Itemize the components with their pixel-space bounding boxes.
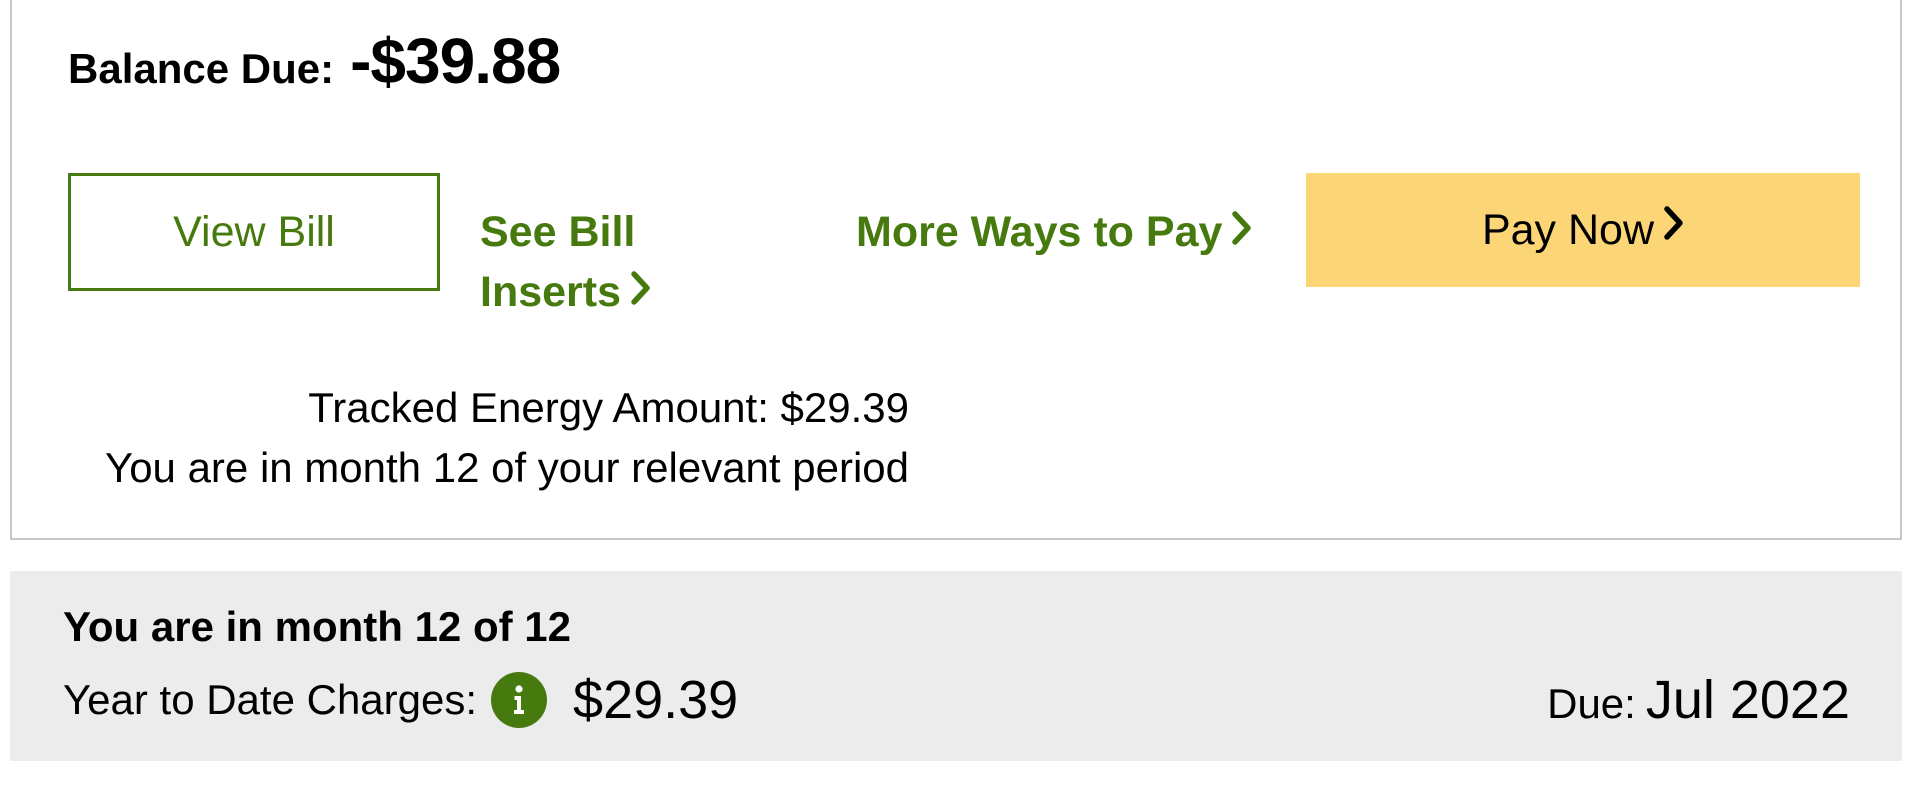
ytd-charges-value: $29.39 <box>573 670 739 730</box>
tracked-energy-info: Tracked Energy Amount: $29.39 You are in… <box>105 378 909 498</box>
view-bill-label: View Bill <box>173 207 335 256</box>
relevant-period-text: You are in month 12 of your relevant per… <box>105 444 909 491</box>
tracked-energy-amount: Tracked Energy Amount: $29.39 <box>308 384 909 431</box>
billing-page: Balance Due: -$39.88 View Bill See Bill … <box>0 0 1906 791</box>
balance-due-amount: -$39.88 <box>350 25 561 97</box>
view-bill-button[interactable]: View Bill <box>68 173 440 291</box>
due-date: Due: Jul 2022 <box>1547 669 1850 731</box>
balance-due-label: Balance Due: <box>68 45 335 92</box>
chevron-right-icon <box>631 261 651 321</box>
balance-due: Balance Due: -$39.88 <box>68 24 561 98</box>
month-progress-title: You are in month 12 of 12 <box>63 603 571 650</box>
see-bill-inserts-label-line1: See Bill <box>480 208 636 256</box>
chevron-right-icon <box>1232 201 1252 261</box>
billing-summary-panel: You are in month 12 of 12 Year to Date C… <box>10 571 1902 761</box>
ytd-charges: Year to Date Charges: $29.39 <box>63 669 738 731</box>
see-bill-inserts-link[interactable]: See Bill Inserts <box>480 202 700 325</box>
more-ways-to-pay-label: More Ways to Pay <box>856 208 1223 256</box>
due-value: Jul 2022 <box>1645 670 1850 730</box>
pay-now-button[interactable]: Pay Now <box>1306 173 1860 287</box>
pay-now-label: Pay Now <box>1481 205 1655 254</box>
more-ways-to-pay-link[interactable]: More Ways to Pay <box>856 202 1252 265</box>
due-label: Due: <box>1547 680 1636 727</box>
ytd-charges-label: Year to Date Charges: <box>63 676 478 723</box>
balance-card: Balance Due: -$39.88 View Bill See Bill … <box>10 0 1902 540</box>
see-bill-inserts-label-line2: Inserts <box>480 268 622 316</box>
info-icon[interactable] <box>491 672 548 728</box>
chevron-right-icon <box>1664 202 1684 251</box>
